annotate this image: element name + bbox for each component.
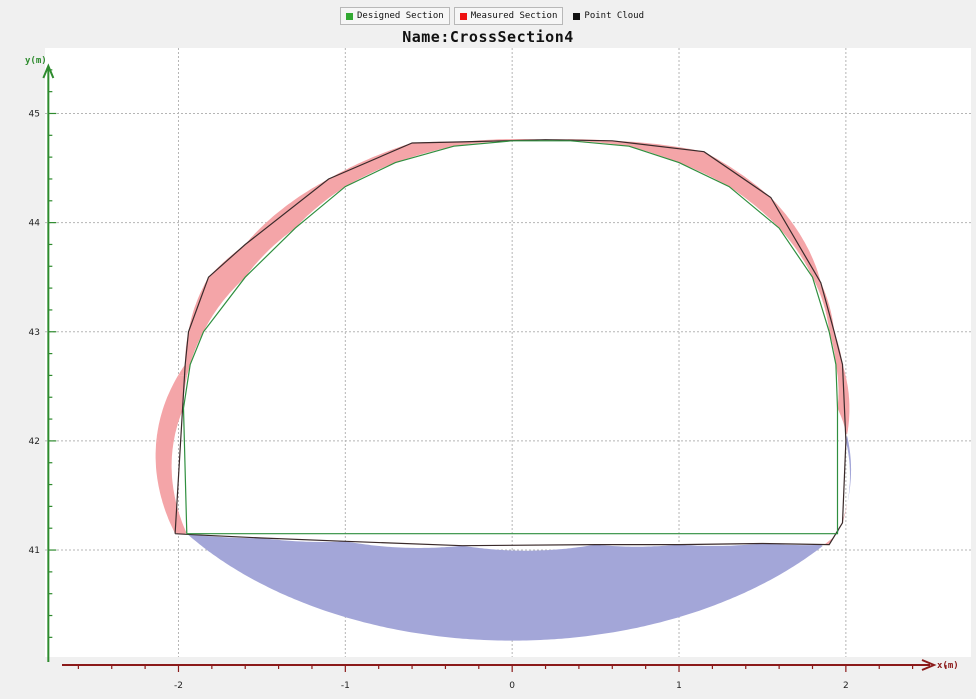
y-tick-label: 45 xyxy=(29,109,40,119)
y-axis-label: y(m) xyxy=(25,56,47,66)
x-tick-label: -1 xyxy=(341,681,350,691)
plot-area[interactable]: 41 42 43 44 45 y(m) -2 -1 0 1 2 x(m) xyxy=(0,0,976,699)
x-tick-label: -2 xyxy=(174,681,183,691)
x-tick-label: 0 xyxy=(509,681,515,691)
x-tick-label: 2 xyxy=(843,681,849,691)
y-tick-label: 41 xyxy=(29,546,40,556)
x-tick-label: 1 xyxy=(676,681,682,691)
x-axis-label: x(m) xyxy=(937,661,959,671)
y-tick-label: 43 xyxy=(29,328,40,338)
y-tick-label: 42 xyxy=(29,437,40,447)
chart-window: Designed Section Measured Section Point Cl… xyxy=(0,0,976,699)
y-tick-label: 44 xyxy=(29,219,41,229)
